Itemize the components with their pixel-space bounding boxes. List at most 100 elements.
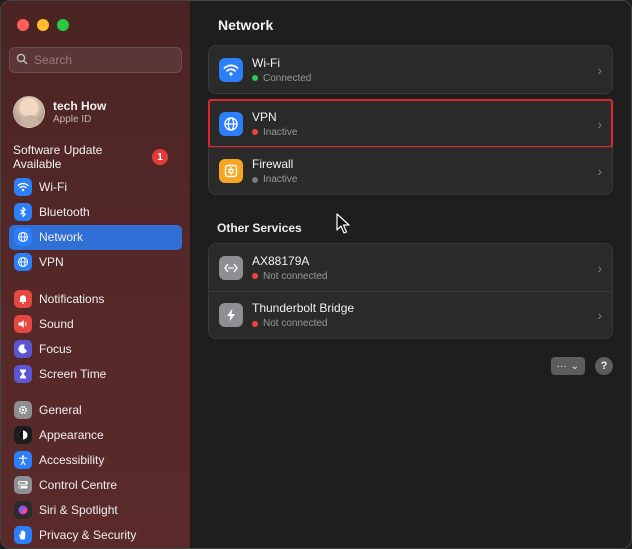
sidebar-item-general[interactable]: General bbox=[9, 398, 182, 423]
apple-id-profile[interactable]: tech How Apple ID bbox=[9, 73, 182, 139]
sidebar-nav: Wi-Fi Bluetooth Network VPN Notifications Sou… bbox=[9, 175, 182, 547]
page-title: Network bbox=[218, 17, 274, 33]
thunderbolt-icon bbox=[219, 303, 243, 327]
chevron-right-icon: › bbox=[597, 307, 602, 323]
service-status-text: Connected bbox=[263, 72, 312, 84]
other-services-list: AX88179A Not connected › Thunderbolt Bridge… bbox=[208, 243, 613, 339]
sidebar-item-network[interactable]: Network bbox=[9, 224, 182, 250]
wifi-icon bbox=[219, 57, 243, 82]
accessibility-icon bbox=[14, 451, 32, 470]
status-dot bbox=[252, 320, 258, 327]
service-status-text: Not connected bbox=[263, 270, 328, 282]
sidebar-item-accessibility[interactable]: Accessibility bbox=[9, 448, 182, 473]
sidebar-item-vpn[interactable]: VPN bbox=[9, 250, 182, 275]
sidebar-item-bluetooth[interactable]: Bluetooth bbox=[9, 200, 182, 225]
siri-icon bbox=[14, 500, 32, 519]
chevron-right-icon: › bbox=[597, 115, 602, 132]
appearance-icon bbox=[14, 426, 32, 445]
sidebar-item-label: Control Centre bbox=[39, 478, 118, 492]
help-button[interactable]: ? bbox=[595, 357, 613, 375]
service-card: Wi-Fi Connected › bbox=[208, 45, 613, 94]
status-dot bbox=[252, 176, 258, 183]
service-name: VPN bbox=[252, 109, 277, 124]
system-settings-window: tech How Apple ID Software Update Availa… bbox=[0, 0, 632, 549]
avatar bbox=[13, 96, 45, 128]
sidebar-item-siri-spotlight[interactable]: Siri & Spotlight bbox=[9, 498, 182, 523]
mouse-pointer-icon bbox=[336, 213, 350, 234]
firewall-icon bbox=[219, 159, 243, 183]
service-status-text: Not connected bbox=[263, 318, 328, 329]
service-status: Inactive bbox=[252, 127, 592, 138]
close-button[interactable] bbox=[17, 19, 29, 31]
status-dot bbox=[252, 129, 258, 135]
network-services-list: Wi-Fi Connected › VPN Inactive › Firewall Inact… bbox=[208, 45, 613, 195]
search-icon bbox=[16, 53, 28, 68]
wifi-icon bbox=[14, 178, 32, 197]
minimize-button[interactable] bbox=[37, 19, 49, 31]
service-status: Connected bbox=[252, 73, 592, 84]
service-row-ax88179a[interactable]: AX88179A Not connected › bbox=[209, 244, 612, 291]
window-controls bbox=[9, 1, 182, 47]
chevron-down-icon: ⌄ bbox=[570, 360, 579, 372]
moon-icon bbox=[14, 339, 32, 358]
network-pane: Network Wi-Fi Connected › VPN Inactive › Firew… bbox=[191, 1, 631, 548]
sidebar-item-label: Network bbox=[39, 230, 84, 245]
sidebar-item-label: Screen Time bbox=[39, 366, 107, 381]
zoom-button[interactable] bbox=[57, 19, 69, 31]
service-text: Thunderbolt Bridge Not connected bbox=[252, 301, 592, 329]
sidebar-item-label: Focus bbox=[39, 341, 72, 356]
software-update-label: Software Update Available bbox=[13, 143, 103, 171]
search-input[interactable] bbox=[34, 53, 174, 67]
chevron-right-icon: › bbox=[597, 163, 602, 179]
bluetooth-icon bbox=[14, 203, 32, 222]
chevron-right-icon: › bbox=[597, 61, 602, 78]
sidebar-item-wi-fi[interactable]: Wi-Fi bbox=[9, 175, 182, 200]
more-actions-label: ··· bbox=[556, 360, 567, 372]
sidebar-item-appearance[interactable]: Appearance bbox=[9, 423, 182, 448]
service-text: Firewall Inactive bbox=[252, 157, 592, 185]
sidebar-item-label: Wi-Fi bbox=[39, 180, 67, 195]
service-row-wi-fi[interactable]: Wi-Fi Connected › bbox=[209, 46, 612, 93]
hourglass-icon bbox=[14, 364, 32, 383]
globe-icon bbox=[14, 228, 32, 247]
control-centre-icon bbox=[14, 476, 32, 494]
sidebar-item-privacy-security[interactable]: Privacy & Security bbox=[9, 522, 182, 547]
service-name: Thunderbolt Bridge bbox=[252, 301, 355, 315]
service-status: Not connected bbox=[252, 318, 592, 329]
search-field[interactable] bbox=[9, 47, 182, 73]
service-status-text: Inactive bbox=[263, 126, 298, 138]
service-text: Wi-Fi Connected bbox=[252, 56, 592, 84]
sidebar-item-focus[interactable]: Focus bbox=[9, 336, 182, 361]
sidebar-item-label: General bbox=[39, 403, 82, 418]
ethernet-icon bbox=[219, 255, 243, 280]
sidebar-item-label: Privacy & Security bbox=[39, 527, 137, 542]
service-status: Not connected bbox=[252, 271, 592, 282]
sidebar-item-label: Siri & Spotlight bbox=[39, 502, 118, 517]
footer-actions: ··· ⌄ ? bbox=[208, 339, 613, 375]
chevron-right-icon: › bbox=[597, 259, 602, 276]
sidebar: tech How Apple ID Software Update Availa… bbox=[1, 1, 191, 548]
service-row-vpn[interactable]: VPN Inactive › bbox=[208, 99, 613, 148]
sidebar-item-notifications[interactable]: Notifications bbox=[9, 286, 182, 311]
other-services-title: Other Services bbox=[217, 221, 302, 235]
service-status-text: Inactive bbox=[263, 174, 298, 185]
service-card: VPN Inactive › Firewall Inactive › bbox=[208, 99, 613, 195]
sidebar-item-label: Notifications bbox=[39, 291, 105, 306]
more-actions-button[interactable]: ··· ⌄ bbox=[550, 357, 585, 375]
gear-icon bbox=[14, 401, 32, 420]
service-name: Wi-Fi bbox=[252, 55, 280, 70]
sidebar-item-screen-time[interactable]: Screen Time bbox=[9, 361, 182, 386]
service-status: Inactive bbox=[252, 174, 592, 185]
software-update-item[interactable]: Software Update Available 1 bbox=[9, 139, 182, 171]
sidebar-item-control-centre[interactable]: Control Centre bbox=[9, 473, 182, 498]
sidebar-item-label: Appearance bbox=[39, 428, 104, 443]
service-row-thunderbolt-bridge[interactable]: Thunderbolt Bridge Not connected › bbox=[209, 291, 612, 338]
sidebar-group: Notifications Sound Focus Screen Time bbox=[9, 286, 182, 385]
globe-icon bbox=[219, 111, 243, 136]
sidebar-item-sound[interactable]: Sound bbox=[9, 311, 182, 336]
service-text: VPN Inactive bbox=[252, 110, 592, 138]
service-row-firewall[interactable]: Firewall Inactive › bbox=[209, 147, 612, 194]
hand-icon bbox=[14, 525, 32, 544]
service-name: AX88179A bbox=[252, 253, 310, 268]
update-count-badge: 1 bbox=[152, 149, 168, 165]
